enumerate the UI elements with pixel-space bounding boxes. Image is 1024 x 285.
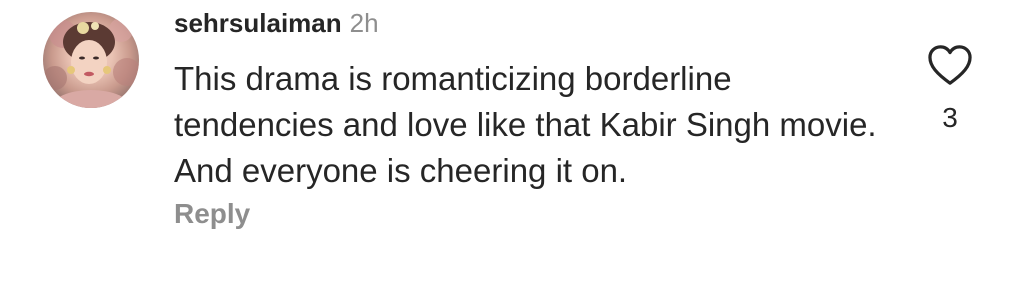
reply-button[interactable]: Reply [174,198,250,230]
comment-timestamp: 2h [349,8,379,38]
username-link[interactable]: sehrsulaiman [174,8,342,39]
like-section: 3 [925,44,975,134]
heart-outline-icon[interactable] [927,44,973,86]
comment-text: This drama is romanticizing borderline t… [174,60,877,189]
like-count: 3 [942,102,958,133]
comment-header: sehrsulaiman 2h [174,8,379,42]
avatar[interactable] [43,12,139,108]
avatar-photo [43,18,139,108]
comment-item: sehrsulaiman 2h This drama is romanticiz… [0,0,1024,285]
